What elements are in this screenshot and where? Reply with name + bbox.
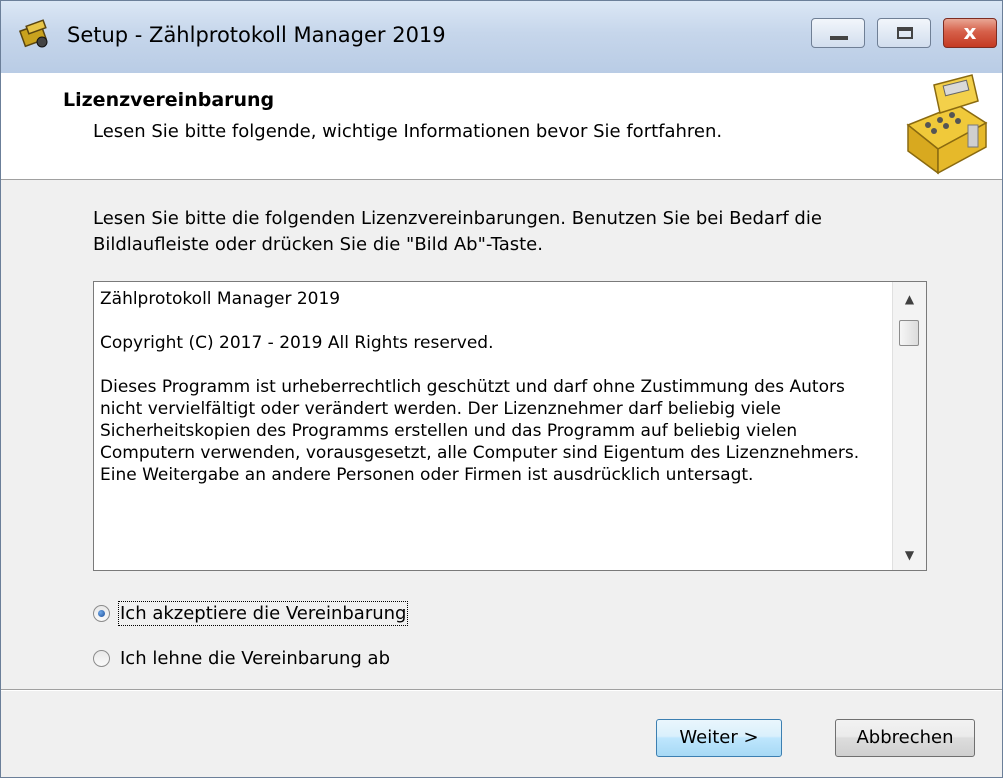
scroll-thumb[interactable] [899, 320, 919, 346]
vertical-scrollbar[interactable]: ▲ ▼ [892, 282, 926, 570]
scroll-up-arrow-icon[interactable]: ▲ [893, 284, 926, 314]
decline-option[interactable]: Ich lehne die Vereinbarung ab [93, 648, 390, 669]
footer-divider [1, 689, 1002, 691]
maximize-icon [897, 27, 913, 39]
wizard-header: Lizenzvereinbarung Lesen Sie bitte folge… [1, 73, 1002, 180]
close-icon: x [963, 20, 977, 44]
next-button[interactable]: Weiter > [656, 719, 782, 757]
cash-register-icon [906, 74, 988, 175]
decline-radio[interactable] [93, 650, 110, 667]
page-title: Lizenzvereinbarung [63, 89, 275, 111]
license-paragraph: Copyright (C) 2017 - 2019 All Rights res… [100, 333, 494, 353]
minimize-icon [830, 36, 848, 40]
maximize-button[interactable] [877, 18, 931, 48]
minimize-button[interactable] [811, 18, 865, 48]
page-subtitle: Lesen Sie bitte folgende, wichtige Infor… [93, 121, 723, 142]
license-paragraph: Dieses Programm ist urheberrechtlich ges… [100, 377, 860, 485]
license-text: Zählprotokoll Manager 2019 Copyright (C)… [100, 288, 886, 508]
title-bar[interactable]: Setup - Zählprotokoll Manager 2019 x [1, 1, 1002, 73]
license-instructions: Lesen Sie bitte die folgenden Lizenzvere… [93, 208, 822, 255]
accept-radio[interactable] [93, 605, 110, 622]
cancel-button[interactable]: Abbrechen [835, 719, 975, 757]
accept-label[interactable]: Ich akzeptiere die Vereinbarung [117, 601, 409, 626]
license-paragraph: Zählprotokoll Manager 2019 [100, 289, 341, 309]
scroll-down-arrow-icon[interactable]: ▼ [893, 540, 926, 570]
accept-option[interactable]: Ich akzeptiere die Vereinbarung [93, 601, 409, 626]
close-button[interactable]: x [943, 18, 997, 48]
decline-label[interactable]: Ich lehne die Vereinbarung ab [120, 648, 390, 669]
license-text-box[interactable]: Zählprotokoll Manager 2019 Copyright (C)… [93, 281, 927, 571]
setup-app-icon [18, 19, 48, 48]
window-title: Setup - Zählprotokoll Manager 2019 [67, 23, 446, 47]
setup-window: Setup - Zählprotokoll Manager 2019 x Liz… [0, 0, 1003, 778]
